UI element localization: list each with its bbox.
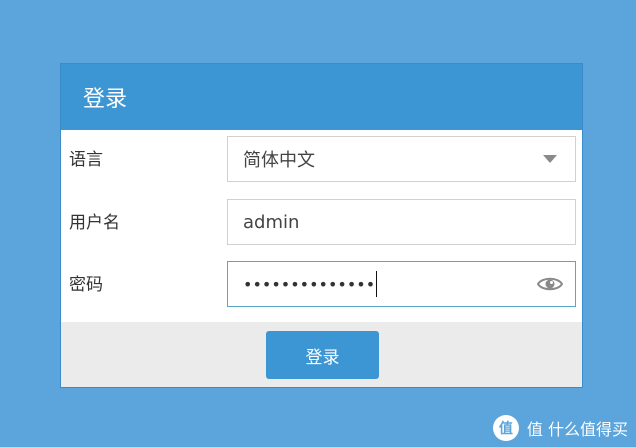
language-value: 简体中文 (243, 150, 315, 171)
language-label: 语言 (69, 150, 103, 170)
text-cursor (376, 271, 378, 297)
panel-title: 登录 (83, 87, 128, 112)
login-panel: 登录 语言 简体中文 用户名 admin 密码 •••••••••••••• 登… (60, 63, 583, 388)
eye-icon[interactable] (537, 274, 563, 294)
password-row: 密码 •••••••••••••• (61, 261, 582, 309)
login-button[interactable]: 登录 (266, 331, 379, 379)
username-label: 用户名 (69, 213, 120, 233)
language-select[interactable]: 简体中文 (227, 136, 576, 182)
password-input[interactable]: •••••••••••••• (227, 261, 576, 307)
watermark: 值 值 什么值得买 (492, 415, 628, 441)
panel-footer: 登录 (61, 322, 582, 387)
watermark-text: 值 什么值得买 (526, 420, 628, 439)
watermark-logo: 值 (492, 415, 519, 441)
username-row: 用户名 admin (61, 199, 582, 247)
chevron-down-icon[interactable] (543, 155, 557, 163)
password-value: •••••••••••••• (243, 274, 376, 294)
username-input[interactable]: admin (227, 199, 576, 245)
panel-header: 登录 (61, 64, 582, 130)
language-row: 语言 简体中文 (61, 136, 582, 184)
password-label: 密码 (69, 275, 103, 295)
username-value: admin (243, 211, 300, 233)
